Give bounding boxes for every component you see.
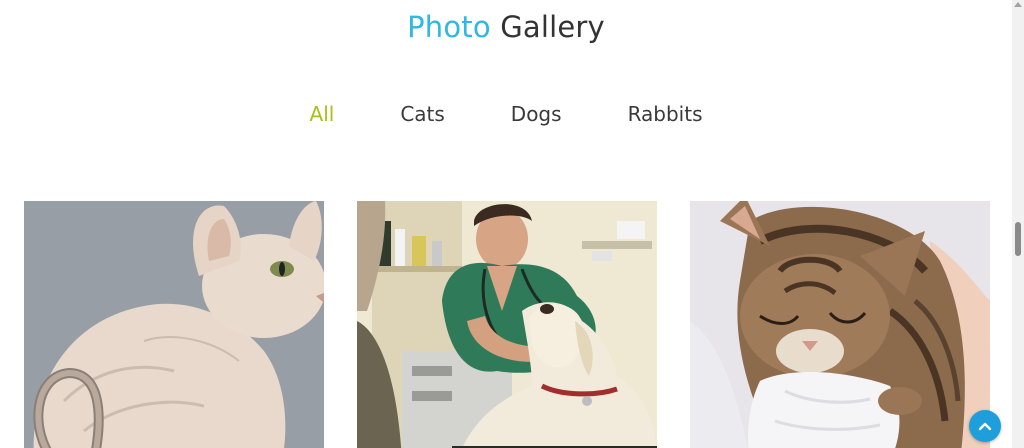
filter-rabbits[interactable]: Rabbits: [628, 100, 703, 128]
page-title: Photo Gallery: [0, 10, 1012, 44]
gallery-photo-kitten[interactable]: [690, 201, 990, 448]
chevron-up-icon: [978, 422, 992, 431]
vet-dog-image: [357, 201, 657, 448]
kitten-image: [690, 201, 990, 448]
back-to-top-button[interactable]: [969, 410, 1001, 442]
filter-all[interactable]: All: [310, 100, 335, 128]
filter-cats[interactable]: Cats: [400, 100, 444, 128]
scrollbar-thumb[interactable]: [1015, 222, 1021, 256]
vertical-scrollbar[interactable]: [1012, 0, 1024, 448]
title-rest: Gallery: [500, 10, 605, 44]
filter-dogs[interactable]: Dogs: [511, 100, 562, 128]
gallery-filter-nav: All Cats Dogs Rabbits: [0, 100, 1012, 128]
scroll-up-arrow-icon[interactable]: [1014, 2, 1022, 7]
gallery-photo-sphynx-cat[interactable]: [24, 201, 324, 448]
gallery-photo-vet-dog[interactable]: [357, 201, 657, 448]
sphynx-cat-image: [24, 201, 324, 448]
title-accent: Photo: [407, 10, 491, 44]
